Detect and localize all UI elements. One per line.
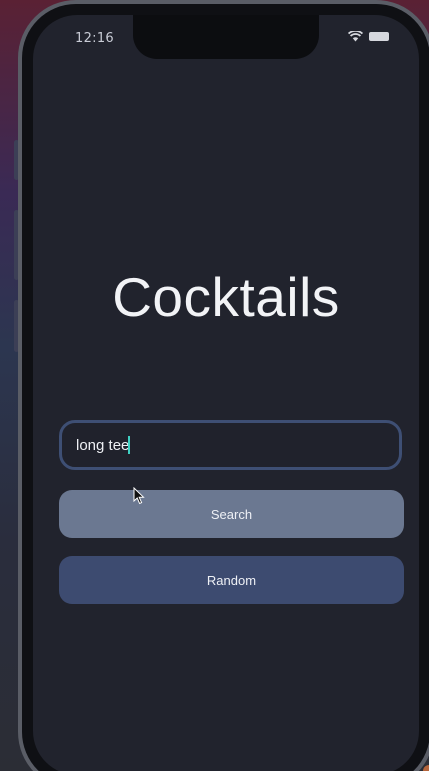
mouse-pointer-icon	[133, 486, 145, 509]
phone-bezel: 12:16 Cocktails Search Random	[22, 4, 429, 771]
search-button[interactable]: Search	[59, 490, 404, 538]
app-screen: 12:16 Cocktails Search Random	[33, 15, 419, 771]
wifi-icon	[348, 31, 363, 42]
random-button[interactable]: Random	[59, 556, 404, 604]
battery-icon	[369, 32, 389, 41]
page-title: Cocktails	[112, 266, 340, 328]
status-time: 12:16	[75, 31, 114, 46]
text-caret	[128, 436, 130, 454]
notch	[133, 15, 319, 59]
search-input[interactable]	[59, 420, 402, 470]
phone-frame: 12:16 Cocktails Search Random	[18, 0, 429, 771]
corner-indicator	[423, 765, 429, 771]
status-icons	[348, 31, 389, 42]
